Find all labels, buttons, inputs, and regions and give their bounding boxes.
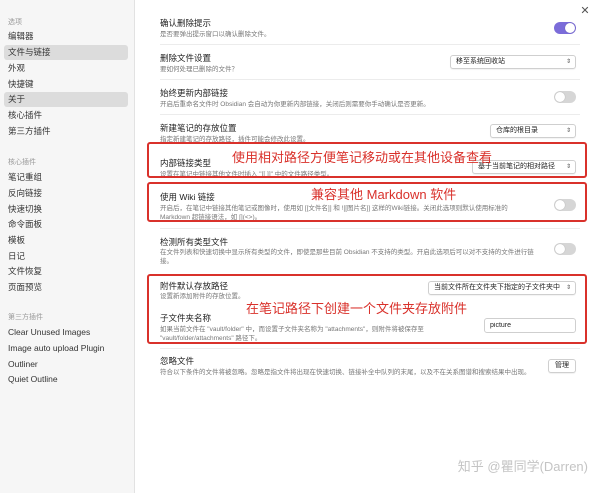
- detect-all-files-toggle[interactable]: [554, 243, 576, 255]
- divider: [160, 114, 580, 115]
- sidebar-item-outliner[interactable]: Outliner: [4, 357, 128, 372]
- divider: [160, 79, 580, 80]
- annotation-subfolder: 在笔记路径下创建一个文件夹存放附件: [246, 301, 468, 316]
- watermark: 知乎 @瞿同学(Darren): [457, 459, 588, 474]
- sidebar-item-community-plugins[interactable]: 第三方插件: [4, 124, 128, 139]
- chevron-updown-icon: ⇕: [565, 128, 571, 134]
- sidebar-section-options: 选项: [8, 19, 22, 26]
- sidebar-item-templates[interactable]: 模板: [4, 233, 128, 248]
- manage-ignored-files-button[interactable]: 管理: [548, 359, 576, 373]
- sidebar-section-core: 核心插件: [8, 159, 36, 166]
- sidebar-item-page-preview[interactable]: 页面预览: [4, 280, 128, 295]
- auto-update-links-desc: 开启后重命名文件时 Obsidian 会自动为你更新内部链接，关闭后则需要你手动…: [160, 101, 430, 108]
- sidebar-item-note-composer[interactable]: 笔记重组: [4, 170, 128, 185]
- sidebar-item-daily-notes[interactable]: 日记: [4, 249, 128, 264]
- auto-update-links-title: 始终更新内部链接: [160, 88, 229, 98]
- settings-sidebar: 选项 编辑器 文件与链接 外观 快捷键 关于 核心插件 第三方插件 核心插件 笔…: [0, 0, 135, 493]
- sidebar-item-appearance[interactable]: 外观: [4, 61, 128, 76]
- delete-files-value: 移至系统回收站: [456, 58, 505, 65]
- auto-update-links-toggle[interactable]: [554, 91, 576, 103]
- new-note-location-select[interactable]: 仓库的根目录 ⇕: [490, 124, 576, 138]
- confirm-delete-toggle[interactable]: [554, 22, 576, 34]
- new-note-location-title: 新建笔记的存放位置: [160, 123, 237, 133]
- delete-files-select[interactable]: 移至系统回收站 ⇕: [450, 55, 576, 69]
- sidebar-section-community: 第三方插件: [8, 314, 43, 321]
- annotation-markdown-compat: 兼容其他 Markdown 软件: [311, 187, 457, 202]
- sidebar-item-hotkeys[interactable]: 快捷键: [4, 77, 128, 92]
- divider: [160, 348, 580, 349]
- close-icon[interactable]: ✕: [578, 4, 592, 18]
- sidebar-item-quiet-outline[interactable]: Quiet Outline: [4, 372, 128, 387]
- sidebar-item-quick-switcher[interactable]: 快速切换: [4, 202, 128, 217]
- ignore-files-title: 忽略文件: [160, 356, 195, 366]
- sidebar-item-files-links[interactable]: 文件与链接: [4, 45, 128, 60]
- divider: [160, 44, 580, 45]
- annotation-relative-path: 使用相对路径方便笔记移动或在其他设备查看: [232, 150, 493, 165]
- sidebar-item-file-recovery[interactable]: 文件恢复: [4, 264, 128, 279]
- sidebar-item-image-auto-upload[interactable]: Image auto upload Plugin: [4, 341, 128, 356]
- sidebar-item-backlinks[interactable]: 反向链接: [4, 186, 128, 201]
- delete-files-desc: 要如何处理已删除的文件？: [160, 66, 238, 73]
- sidebar-item-core-plugins[interactable]: 核心插件: [4, 108, 128, 123]
- sidebar-item-clear-unused-images[interactable]: Clear Unused Images: [4, 325, 128, 340]
- detect-all-files-desc-line1: 在文件列表和快速切换中显示所有类型的文件，即使是那些目前 Obsidian 不支…: [160, 249, 534, 256]
- ignore-files-desc: 符合以下条件的文件将被忽略。忽略是指文件将出现在快速切换、链接补全中队列的末尾，…: [160, 369, 531, 376]
- confirm-delete-desc: 是否要弹出提示窗口以确认删除文件。: [160, 31, 271, 38]
- detect-all-files-desc-line2: 接。: [160, 258, 173, 265]
- detect-all-files-title: 检测所有类型文件: [160, 237, 229, 247]
- sidebar-item-command-palette[interactable]: 命令面板: [4, 217, 128, 232]
- settings-panel: ✕ 确认删除提示 是否要弹出提示窗口以确认删除文件。 删除文件设置 要如何处理已…: [136, 0, 600, 493]
- sidebar-item-editor[interactable]: 编辑器: [4, 29, 128, 44]
- new-note-location-value: 仓库的根目录: [496, 127, 538, 134]
- sidebar-item-about[interactable]: 关于: [4, 92, 128, 107]
- confirm-delete-title: 确认删除提示: [160, 18, 212, 28]
- delete-files-title: 删除文件设置: [160, 53, 212, 63]
- chevron-updown-icon: ⇕: [565, 59, 571, 65]
- divider: [160, 228, 580, 229]
